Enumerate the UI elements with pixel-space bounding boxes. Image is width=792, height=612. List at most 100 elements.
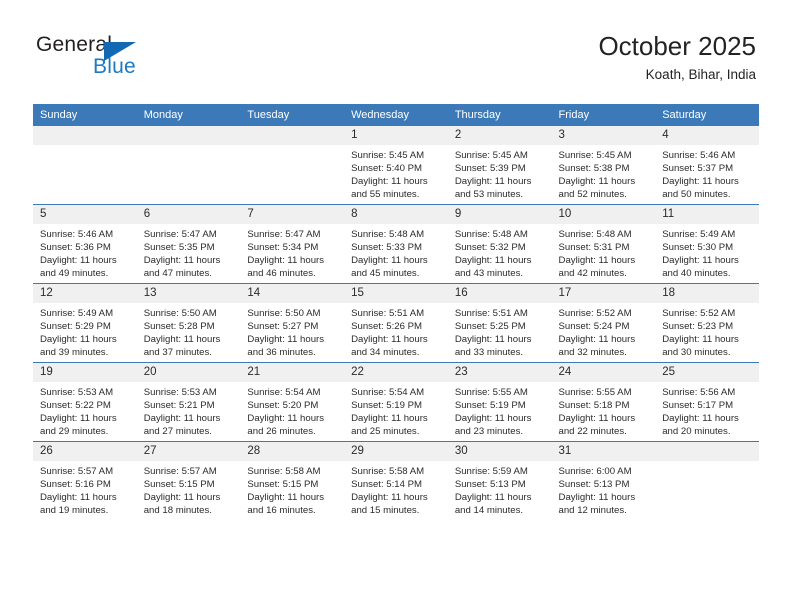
day-number: 20 bbox=[136, 363, 241, 382]
calendar-day-cell[interactable]: 1 Sunrise: 5:45 AM Sunset: 5:40 PM Daylight… bbox=[344, 126, 448, 205]
day-sunrise-text: Sunrise: 5:49 AM bbox=[40, 308, 114, 319]
calendar-day-cell[interactable]: 24 Sunrise: 5:55 AM Sunset: 5:18 PM Dayligh… bbox=[551, 362, 656, 442]
day-sunset-text: Sunset: 5:33 PM bbox=[351, 242, 423, 254]
day-daylight1-text: Daylight: 11 hours bbox=[454, 255, 532, 267]
calendar-day-cell[interactable]: 15 Sunrise: 5:51 AM Sunset: 5:26 PM Dayligh… bbox=[344, 283, 448, 363]
day-daylight1-text: Daylight: 11 hours bbox=[454, 334, 532, 346]
day-sunset-text: Sunset: 5:40 PM bbox=[351, 163, 423, 175]
calendar-day-cell[interactable]: 9 Sunrise: 5:48 AM Sunset: 5:32 PM Daylight… bbox=[447, 204, 552, 284]
calendar-day-cell[interactable]: 4 Sunrise: 5:46 AM Sunset: 5:37 PM Daylight… bbox=[655, 126, 759, 205]
calendar-day-cell[interactable]: 13 Sunrise: 5:50 AM Sunset: 5:28 PM Dayligh… bbox=[136, 283, 241, 363]
calendar-day-cell[interactable]: 14 Sunrise: 5:50 AM Sunset: 5:27 PM Dayligh… bbox=[240, 283, 345, 363]
calendar-day-cell[interactable]: 17 Sunrise: 5:52 AM Sunset: 5:24 PM Dayligh… bbox=[551, 283, 656, 363]
day-sunrise-text: Sunrise: 5:54 AM bbox=[247, 387, 321, 398]
day-sunrise-text: Sunrise: 5:53 AM bbox=[40, 387, 114, 398]
page-header: General Blue October 2025 Koath, Bihar, … bbox=[0, 0, 792, 102]
day-sunrise-text: Sunrise: 5:55 AM bbox=[454, 387, 528, 398]
day-sunrise-text: Sunrise: 5:46 AM bbox=[40, 229, 114, 240]
calendar-day-cell[interactable]: 12 Sunrise: 5:49 AM Sunset: 5:29 PM Dayligh… bbox=[33, 283, 137, 363]
calendar-day-cell[interactable]: 29 Sunrise: 5:58 AM Sunset: 5:14 PM Dayligh… bbox=[344, 441, 448, 520]
day-detail-block: Sunrise: 5:57 AM Sunset: 5:16 PM Daylight:… bbox=[33, 461, 137, 517]
page-title: October 2025 bbox=[598, 31, 756, 61]
day-sunset-text: Sunset: 5:21 PM bbox=[143, 400, 215, 412]
day-sunrise-text: Sunrise: 5:45 AM bbox=[454, 150, 528, 161]
calendar-day-cell[interactable]: 19 Sunrise: 5:53 AM Sunset: 5:22 PM Dayligh… bbox=[33, 362, 137, 442]
day-daylight1-text: Daylight: 11 hours bbox=[662, 176, 739, 188]
day-daylight1-text: Daylight: 11 hours bbox=[143, 334, 221, 346]
calendar-day-cell[interactable]: 25 Sunrise: 5:56 AM Sunset: 5:17 PM Dayligh… bbox=[655, 362, 759, 442]
day-sunrise-text: Sunrise: 5:48 AM bbox=[558, 229, 632, 240]
calendar-day-cell[interactable]: 30 Sunrise: 5:59 AM Sunset: 5:13 PM Dayligh… bbox=[447, 441, 552, 520]
day-sunset-text: Sunset: 5:25 PM bbox=[454, 321, 526, 333]
calendar-day-cell[interactable]: 28 Sunrise: 5:58 AM Sunset: 5:15 PM Dayligh… bbox=[240, 441, 345, 520]
calendar-day-cell[interactable]: 27 Sunrise: 5:57 AM Sunset: 5:15 PM Dayligh… bbox=[136, 441, 241, 520]
day-sunset-text: Sunset: 5:32 PM bbox=[454, 242, 526, 254]
calendar-day-cell[interactable]: 16 Sunrise: 5:51 AM Sunset: 5:25 PM Dayligh… bbox=[447, 283, 552, 363]
calendar-header-row: Sunday Monday Tuesday Wednesday Thursday Frid… bbox=[33, 104, 759, 126]
day-sunset-text: Sunset: 5:17 PM bbox=[662, 400, 734, 412]
calendar-week-row: 19 Sunrise: 5:53 AM Sunset: 5:22 PM Dayligh… bbox=[33, 362, 759, 442]
day-daylight1-text: Daylight: 11 hours bbox=[351, 413, 428, 425]
day-daylight2-text: and 25 minutes. bbox=[351, 426, 420, 438]
day-daylight2-text: and 27 minutes. bbox=[143, 426, 212, 438]
day-sunrise-text: Sunrise: 5:59 AM bbox=[454, 466, 528, 477]
day-number: 22 bbox=[344, 363, 448, 382]
day-detail-block: Sunrise: 5:52 AM Sunset: 5:23 PM Daylight:… bbox=[655, 303, 759, 359]
day-daylight1-text: Daylight: 11 hours bbox=[247, 255, 325, 267]
day-daylight2-text: and 26 minutes. bbox=[247, 426, 316, 438]
day-sunset-text: Sunset: 5:35 PM bbox=[143, 242, 215, 254]
calendar-day-cell[interactable]: 23 Sunrise: 5:55 AM Sunset: 5:19 PM Dayligh… bbox=[447, 362, 552, 442]
calendar-day-cell[interactable]: 7 Sunrise: 5:47 AM Sunset: 5:34 PM Daylight… bbox=[240, 204, 345, 284]
day-number bbox=[33, 126, 137, 145]
day-sunset-text: Sunset: 5:34 PM bbox=[247, 242, 319, 254]
day-daylight2-text: and 37 minutes. bbox=[143, 347, 212, 359]
day-daylight2-text: and 50 minutes. bbox=[662, 189, 731, 201]
calendar-day-cell[interactable]: 6 Sunrise: 5:47 AM Sunset: 5:35 PM Daylight… bbox=[136, 204, 241, 284]
day-sunrise-text: Sunrise: 5:50 AM bbox=[143, 308, 217, 319]
calendar-day-cell[interactable]: 10 Sunrise: 5:48 AM Sunset: 5:31 PM Dayligh… bbox=[551, 204, 656, 284]
calendar-day-cell[interactable]: 31 Sunrise: 6:00 AM Sunset: 5:13 PM Dayligh… bbox=[551, 441, 656, 520]
weekday-header-thursday: Thursday bbox=[447, 104, 552, 126]
calendar-body: 1 Sunrise: 5:45 AM Sunset: 5:40 PM Daylight… bbox=[33, 126, 759, 520]
calendar-day-cell[interactable]: 21 Sunrise: 5:54 AM Sunset: 5:20 PM Dayligh… bbox=[240, 362, 345, 442]
day-daylight1-text: Daylight: 11 hours bbox=[558, 255, 636, 267]
calendar-day-cell[interactable]: 22 Sunrise: 5:54 AM Sunset: 5:19 PM Dayligh… bbox=[344, 362, 448, 442]
day-daylight2-text: and 14 minutes. bbox=[454, 505, 524, 517]
calendar-day-cell[interactable]: 26 Sunrise: 5:57 AM Sunset: 5:16 PM Dayligh… bbox=[33, 441, 137, 520]
calendar-day-cell[interactable]: 2 Sunrise: 5:45 AM Sunset: 5:39 PM Daylight… bbox=[447, 126, 552, 205]
day-sunset-text: Sunset: 5:30 PM bbox=[662, 242, 734, 254]
calendar-day-cell[interactable]: 11 Sunrise: 5:49 AM Sunset: 5:30 PM Dayligh… bbox=[655, 204, 759, 284]
calendar-day-cell[interactable]: 18 Sunrise: 5:52 AM Sunset: 5:23 PM Dayligh… bbox=[655, 283, 759, 363]
day-number: 19 bbox=[33, 363, 137, 382]
day-number: 5 bbox=[33, 205, 137, 224]
day-number: 26 bbox=[33, 442, 137, 461]
weekday-header-wednesday: Wednesday bbox=[344, 104, 448, 126]
day-daylight1-text: Daylight: 11 hours bbox=[558, 176, 636, 188]
day-daylight1-text: Daylight: 11 hours bbox=[40, 413, 117, 425]
day-number: 6 bbox=[136, 205, 241, 224]
day-daylight2-text: and 42 minutes. bbox=[558, 268, 627, 280]
calendar-day-cell[interactable]: 3 Sunrise: 5:45 AM Sunset: 5:38 PM Daylight… bbox=[551, 126, 656, 205]
day-daylight1-text: Daylight: 11 hours bbox=[40, 255, 117, 267]
day-detail-block: Sunrise: 5:56 AM Sunset: 5:17 PM Daylight:… bbox=[655, 382, 759, 438]
day-sunrise-text: Sunrise: 5:48 AM bbox=[454, 229, 528, 240]
day-daylight1-text: Daylight: 11 hours bbox=[40, 492, 117, 504]
day-number bbox=[655, 442, 759, 461]
calendar-day-cell[interactable]: 20 Sunrise: 5:53 AM Sunset: 5:21 PM Dayligh… bbox=[136, 362, 241, 442]
day-sunset-text: Sunset: 5:13 PM bbox=[558, 479, 630, 491]
day-daylight2-text: and 33 minutes. bbox=[454, 347, 524, 359]
day-sunset-text: Sunset: 5:14 PM bbox=[351, 479, 423, 491]
day-number bbox=[136, 126, 241, 145]
day-detail-block: Sunrise: 5:55 AM Sunset: 5:18 PM Daylight:… bbox=[552, 382, 656, 438]
day-number: 18 bbox=[655, 284, 759, 303]
day-daylight2-text: and 47 minutes. bbox=[143, 268, 212, 280]
day-detail-block: Sunrise: 5:45 AM Sunset: 5:38 PM Daylight:… bbox=[552, 145, 656, 201]
calendar-day-cell[interactable]: 5 Sunrise: 5:46 AM Sunset: 5:36 PM Daylight… bbox=[33, 204, 137, 284]
day-number bbox=[240, 126, 345, 145]
day-number: 25 bbox=[655, 363, 759, 382]
day-sunrise-text: Sunrise: 5:52 AM bbox=[558, 308, 632, 319]
day-detail-block: Sunrise: 5:54 AM Sunset: 5:20 PM Daylight:… bbox=[240, 382, 344, 438]
day-sunrise-text: Sunrise: 5:48 AM bbox=[351, 229, 425, 240]
day-detail-block: Sunrise: 5:49 AM Sunset: 5:29 PM Daylight:… bbox=[33, 303, 137, 359]
calendar-day-cell[interactable]: 8 Sunrise: 5:48 AM Sunset: 5:33 PM Daylight… bbox=[344, 204, 448, 284]
